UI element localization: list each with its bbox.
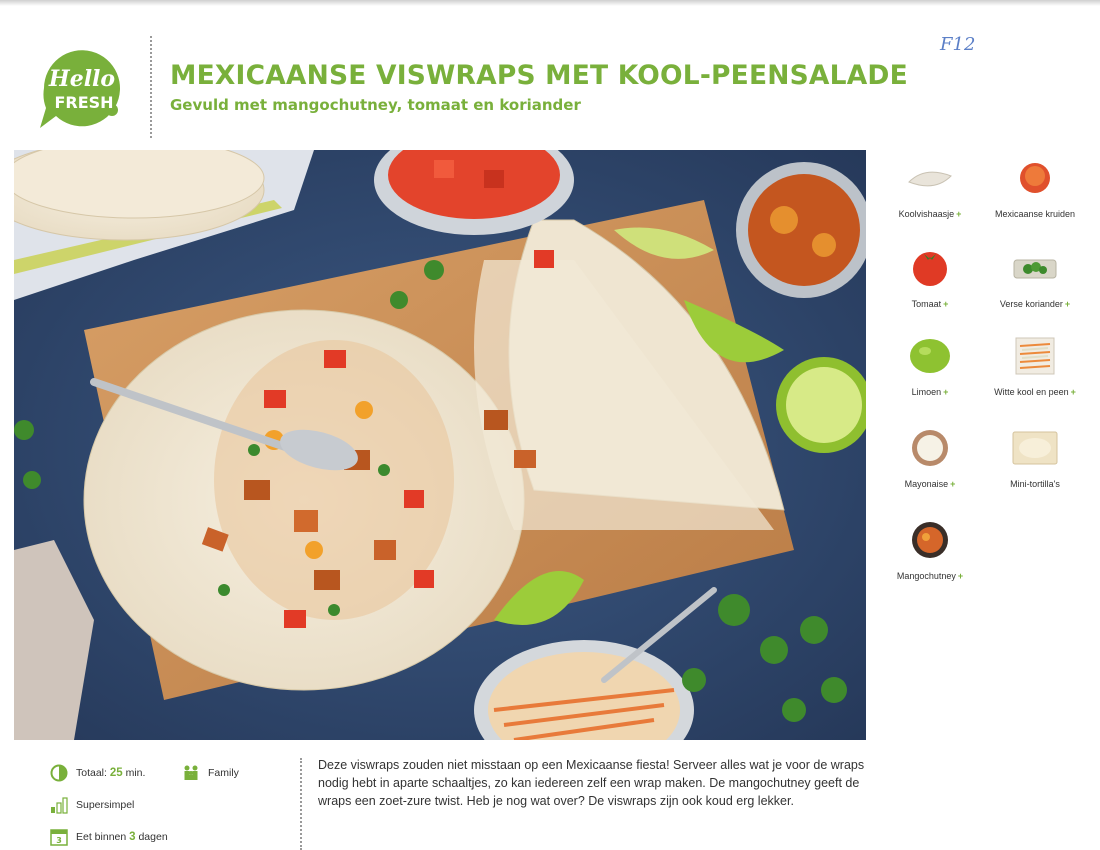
ingredient-label: Verse koriander	[999, 299, 1063, 309]
clock-icon	[50, 764, 68, 782]
coriander-icon	[1013, 259, 1057, 279]
plus-icon: +	[943, 299, 949, 309]
calendar-icon: 3	[50, 829, 68, 846]
tomato-icon	[913, 252, 947, 286]
recipe-description: Deze viswraps zouden niet misstaan op ee…	[318, 758, 865, 808]
ingredient-label: Mini-tortilla's	[1010, 479, 1060, 489]
cabbage-carrot-icon	[1015, 337, 1055, 375]
family-icon	[184, 765, 198, 780]
eat-within-prefix: Eet binnen	[76, 831, 127, 843]
logo-text-line2: FRESH	[54, 93, 113, 112]
ingredient-item: Mayonaise +	[880, 428, 980, 489]
plus-icon: +	[950, 479, 956, 489]
plus-icon: +	[943, 387, 949, 397]
ingredient-item: Witte kool en peen +	[985, 336, 1085, 397]
recipe-photo	[14, 150, 866, 740]
ingredient-item: Tomaat +	[880, 248, 980, 309]
ingredient-item: Koolvishaasje +	[880, 158, 980, 219]
tag-label: Family	[208, 767, 239, 779]
recipe-subtitle: Gevuld met mangochutney, tomaat en koria…	[170, 96, 581, 114]
lime-icon	[910, 339, 950, 373]
ingredient-label: Limoen	[911, 387, 942, 397]
logo-text-line1: Hello	[48, 66, 115, 92]
calendar-number: 3	[56, 836, 62, 845]
hellofresh-logo: Hello FRESH	[34, 44, 130, 132]
ingredient-item: Verse koriander +	[985, 248, 1085, 309]
tag-family: Family	[182, 764, 239, 782]
recipe-meta: Totaal: 25 min. Family Supersimpel 3 Eet…	[50, 760, 300, 850]
ingredient-label: Mangochutney	[896, 571, 956, 581]
plus-icon: +	[1064, 299, 1071, 309]
eat-within: 3 Eet binnen 3 dagen	[50, 828, 168, 846]
scan-edge	[0, 0, 1100, 6]
difficulty: Supersimpel	[50, 796, 134, 814]
recipe-title: MEXICAANSE VISWRAPS MET KOOL-PEENSALADE	[170, 60, 908, 91]
plus-icon: +	[1070, 387, 1076, 397]
spice-mix-icon	[1020, 163, 1050, 193]
tortilla-icon	[1012, 431, 1058, 465]
ingredients-list: Koolvishaasje + Mexicaanse kruiden Tomaat…	[880, 150, 1095, 590]
mayonnaise-icon	[912, 430, 948, 466]
plus-icon: +	[956, 209, 962, 219]
ingredient-label: Tomaat	[911, 299, 942, 309]
eat-within-days: 3	[129, 831, 136, 843]
difficulty-bars-icon	[51, 797, 68, 814]
eat-within-suffix: dagen	[138, 831, 168, 843]
ingredient-item: Mangochutney +	[880, 520, 980, 581]
time-value: 25	[109, 767, 123, 779]
ingredient-item: Limoen +	[880, 336, 980, 397]
difficulty-label: Supersimpel	[76, 799, 135, 811]
ingredient-label: Koolvishaasje	[898, 209, 955, 219]
time-label: Totaal:	[76, 767, 107, 779]
total-time: Totaal: 25 min.	[50, 764, 145, 782]
ingredient-item: Mexicaanse kruiden	[985, 158, 1085, 219]
ingredient-label: Mayonaise	[904, 479, 949, 489]
plus-icon: +	[957, 571, 964, 581]
mango-chutney-icon	[912, 522, 948, 558]
handwritten-annotation: F12	[940, 34, 976, 55]
time-unit: min.	[125, 767, 146, 779]
ingredient-label: Mexicaanse kruiden	[994, 209, 1076, 219]
ingredient-label: Witte kool en peen	[994, 387, 1069, 397]
fish-fillet-icon	[908, 171, 952, 187]
footer-divider	[300, 758, 302, 850]
ingredient-item: Mini-tortilla's	[985, 428, 1085, 489]
header-divider	[150, 36, 152, 138]
